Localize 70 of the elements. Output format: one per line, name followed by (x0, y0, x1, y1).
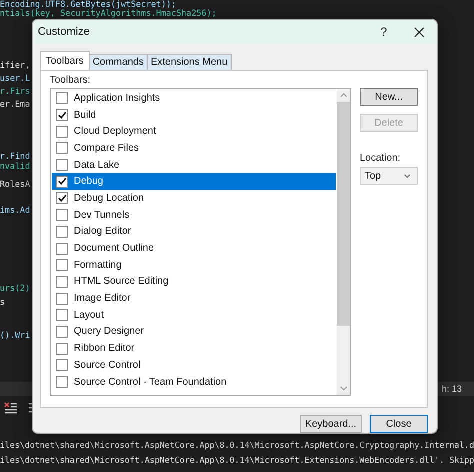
code-line: ims.Ad (0, 206, 30, 215)
code-line: ifier, (0, 61, 30, 70)
list-item[interactable]: Compare Files (52, 140, 336, 157)
list-item[interactable]: Dialog Editor (52, 224, 336, 240)
list-item[interactable]: Source Control (52, 357, 336, 374)
scroll-down-icon[interactable] (340, 386, 348, 391)
checkbox[interactable] (56, 359, 68, 372)
status-text: h: 13 (442, 383, 462, 396)
code-line: urs(2) (0, 284, 30, 293)
output-line: iles\dotnet\shared\Microsoft.AspNetCore.App\8.0.14\Microsoft.Extensions.WebEncoders.dll'. Skipp (0, 454, 474, 467)
checkbox[interactable] (56, 292, 68, 305)
list-item[interactable]: Document Outline (52, 240, 336, 257)
list-item[interactable]: Cloud Deployment (52, 123, 336, 140)
scrollbar[interactable] (337, 89, 350, 395)
checkbox[interactable] (56, 259, 68, 272)
dialog-title: Customize (38, 26, 91, 38)
help-button[interactable]: ? (374, 25, 394, 39)
list-item[interactable]: Image Editor (52, 290, 336, 307)
checkbox[interactable] (56, 92, 68, 104)
checkbox[interactable] (56, 326, 68, 338)
list-item[interactable]: Layout (52, 306, 336, 324)
checkbox[interactable] (56, 209, 68, 222)
footer-button[interactable]: Keyboard... (300, 415, 362, 433)
checkbox[interactable] (56, 376, 68, 388)
checkbox[interactable] (56, 242, 68, 255)
list-item[interactable]: Data Lake (52, 156, 336, 174)
tab[interactable]: Commands (88, 54, 148, 70)
chevron-down-icon (404, 174, 411, 178)
code-line: RolesA (0, 180, 30, 189)
list-item[interactable]: Formatting (52, 256, 336, 274)
checkbox[interactable] (56, 126, 68, 138)
code-line: user.L (0, 74, 30, 83)
checkbox[interactable] (56, 342, 68, 355)
scroll-up-icon[interactable] (340, 93, 348, 98)
side-button[interactable]: New... (360, 88, 418, 106)
checkbox[interactable] (56, 309, 68, 322)
checkbox[interactable] (56, 276, 68, 288)
checkbox[interactable] (56, 142, 68, 154)
list-item[interactable]: Application Insights (52, 90, 336, 107)
checkbox[interactable] (56, 226, 68, 238)
list-item[interactable]: Source Control - Team Foundation (52, 374, 336, 390)
code-line: r.Firs (0, 87, 30, 96)
checkbox[interactable] (56, 176, 68, 188)
list-item[interactable]: HTML Source Editing (52, 274, 336, 290)
code-line: er.Ema (0, 100, 30, 109)
code-line: nvalid (0, 162, 30, 171)
list-item[interactable]: Ribbon Editor (52, 340, 336, 357)
list-item[interactable]: Query Designer (52, 324, 336, 340)
list-item[interactable]: Debug Location (52, 190, 336, 207)
scrollbar-thumb[interactable] (337, 102, 350, 326)
code-line: ().Wri (0, 331, 30, 340)
list-item[interactable]: Debug (52, 173, 336, 190)
code-line: ntials(key, SecurityAlgorithms.HmacSha256); (0, 9, 217, 18)
checkbox[interactable] (56, 192, 68, 204)
checkbox[interactable] (56, 109, 68, 122)
code-line: s (0, 298, 6, 307)
tab[interactable]: Toolbars (40, 51, 90, 70)
close-icon (414, 26, 425, 38)
tab[interactable]: Extensions Menu (146, 54, 232, 70)
output-line: iles\dotnet\shared\Microsoft.AspNetCore.App\8.0.14\Microsoft.AspNetCore.Cryptography.Internal.d (0, 439, 474, 452)
code-line: r.Find (0, 152, 30, 161)
location-label: Location: (360, 152, 402, 166)
list-label: Toolbars: (50, 74, 92, 88)
location-dropdown[interactable]: Top (360, 167, 418, 185)
footer-button[interactable]: Close (370, 415, 428, 433)
clear-list-icon[interactable] (4, 402, 18, 414)
checkbox[interactable] (56, 159, 68, 172)
list-item[interactable]: Dev Tunnels (52, 206, 336, 224)
code-line: Encoding.UTF8.GetBytes(jwtSecret)); (0, 0, 176, 9)
list-item[interactable]: Build (52, 106, 336, 124)
